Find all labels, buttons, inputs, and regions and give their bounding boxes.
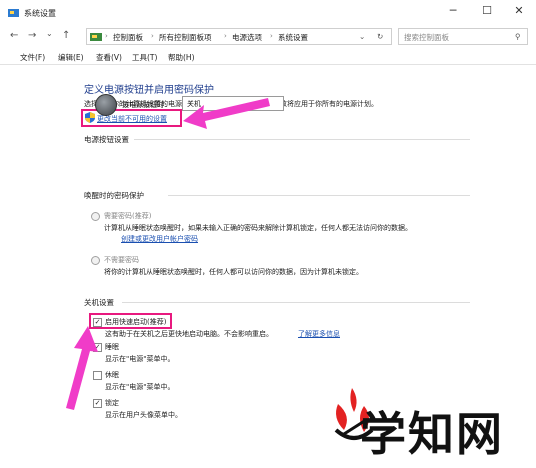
watermark-text: 学知网 [360, 407, 504, 461]
search-placeholder: 搜索控制面板 [404, 33, 449, 42]
breadcrumb-power-options[interactable]: 电源选项 [232, 32, 262, 43]
up-arrow-icon[interactable]: ↑ [62, 30, 70, 41]
power-button-action-select[interactable]: 关机 ⌄ [182, 96, 284, 111]
menu-help[interactable]: 帮助(H) [168, 52, 195, 63]
back-arrow-icon[interactable]: ← [10, 30, 18, 41]
menu-view[interactable]: 查看(V) [96, 52, 122, 63]
breadcrumb-all-items[interactable]: 所有控制面板项 [159, 32, 212, 43]
minimize-button[interactable]: ─ [436, 0, 470, 24]
sleep-label: 睡眠 [105, 343, 119, 351]
hibernate-checkbox[interactable] [93, 371, 102, 380]
require-password-description: 计算机从睡眠状态唤醒时，如果未输入正确的密码来解除计算机锁定，任何人都无法访问你… [104, 224, 412, 232]
address-bar[interactable]: › 控制面板 › 所有控制面板项 › 电源选项 › 系统设置 ⌄ ↻ [86, 28, 392, 45]
breadcrumb-separator: › [224, 32, 227, 40]
power-button-section-title: 电源按钮设置 [84, 135, 129, 144]
no-password-radio[interactable] [91, 256, 100, 265]
refresh-icon[interactable]: ↻ [377, 32, 383, 41]
breadcrumb-separator: › [270, 32, 273, 40]
lock-description: 显示在用户头像菜单中。 [105, 411, 182, 419]
require-password-label: 需要密码(推荐) [104, 212, 152, 220]
sleep-checkbox[interactable]: ✓ [93, 343, 102, 352]
control-panel-icon [8, 9, 19, 17]
require-password-radio[interactable] [91, 212, 100, 221]
window-title: 系统设置 [24, 9, 56, 18]
shutdown-section-title: 关机设置 [84, 298, 114, 307]
power-button-icon [95, 94, 117, 116]
control-panel-location-icon [90, 33, 102, 41]
fast-startup-description: 这有助于在关机之后更快地启动电脑。不会影响重启。 [105, 330, 273, 338]
recent-dropdown-icon[interactable]: ⌄ [46, 29, 53, 38]
divider [168, 195, 470, 196]
breadcrumb-separator: › [151, 32, 154, 40]
breadcrumb-system-settings[interactable]: 系统设置 [278, 32, 308, 43]
power-button-label: 按电源按钮时: [122, 101, 167, 109]
forward-arrow-icon[interactable]: → [28, 30, 36, 41]
address-row: ← → ⌄ ↑ › 控制面板 › 所有控制面板项 › 电源选项 › 系统设置 ⌄… [0, 27, 536, 47]
title-bar: 系统设置 ─ ☐ ✕ [0, 0, 536, 26]
highlight-box [81, 109, 182, 127]
sleep-description: 显示在"电源"菜单中。 [105, 355, 175, 363]
no-password-label: 不需要密码 [104, 256, 139, 264]
no-password-description: 将你的计算机从睡眠状态唤醒时，任何人都可以访问你的数据，因为计算机未锁定。 [104, 268, 363, 276]
hibernate-label: 休眠 [105, 371, 119, 379]
close-button[interactable]: ✕ [502, 0, 536, 24]
create-password-link[interactable]: 创建或更改用户帐户密码 [121, 234, 198, 244]
search-input[interactable]: 搜索控制面板 ⚲ [398, 28, 528, 45]
divider [134, 139, 470, 140]
search-icon[interactable]: ⚲ [515, 32, 521, 41]
chevron-down-icon: ⌄ [187, 98, 193, 106]
menu-edit[interactable]: 编辑(E) [58, 52, 84, 63]
maximize-button[interactable]: ☐ [470, 0, 504, 24]
lock-label: 锁定 [105, 399, 119, 407]
menu-bar: 文件(F) 编辑(E) 查看(V) 工具(T) 帮助(H) [0, 49, 536, 65]
learn-more-link[interactable]: 了解更多信息 [298, 329, 340, 339]
address-expand-icon[interactable]: ⌄ [359, 32, 365, 41]
wake-password-section-title: 唤醒时的密码保护 [84, 191, 144, 200]
menu-file[interactable]: 文件(F) [20, 52, 45, 63]
highlight-box [89, 313, 172, 329]
breadcrumb-control-panel[interactable]: 控制面板 [113, 32, 143, 43]
menu-tools[interactable]: 工具(T) [132, 52, 157, 63]
divider [122, 302, 470, 303]
breadcrumb-separator: › [105, 32, 108, 40]
hibernate-description: 显示在"电源"菜单中。 [105, 383, 175, 391]
lock-checkbox[interactable]: ✓ [93, 399, 102, 408]
